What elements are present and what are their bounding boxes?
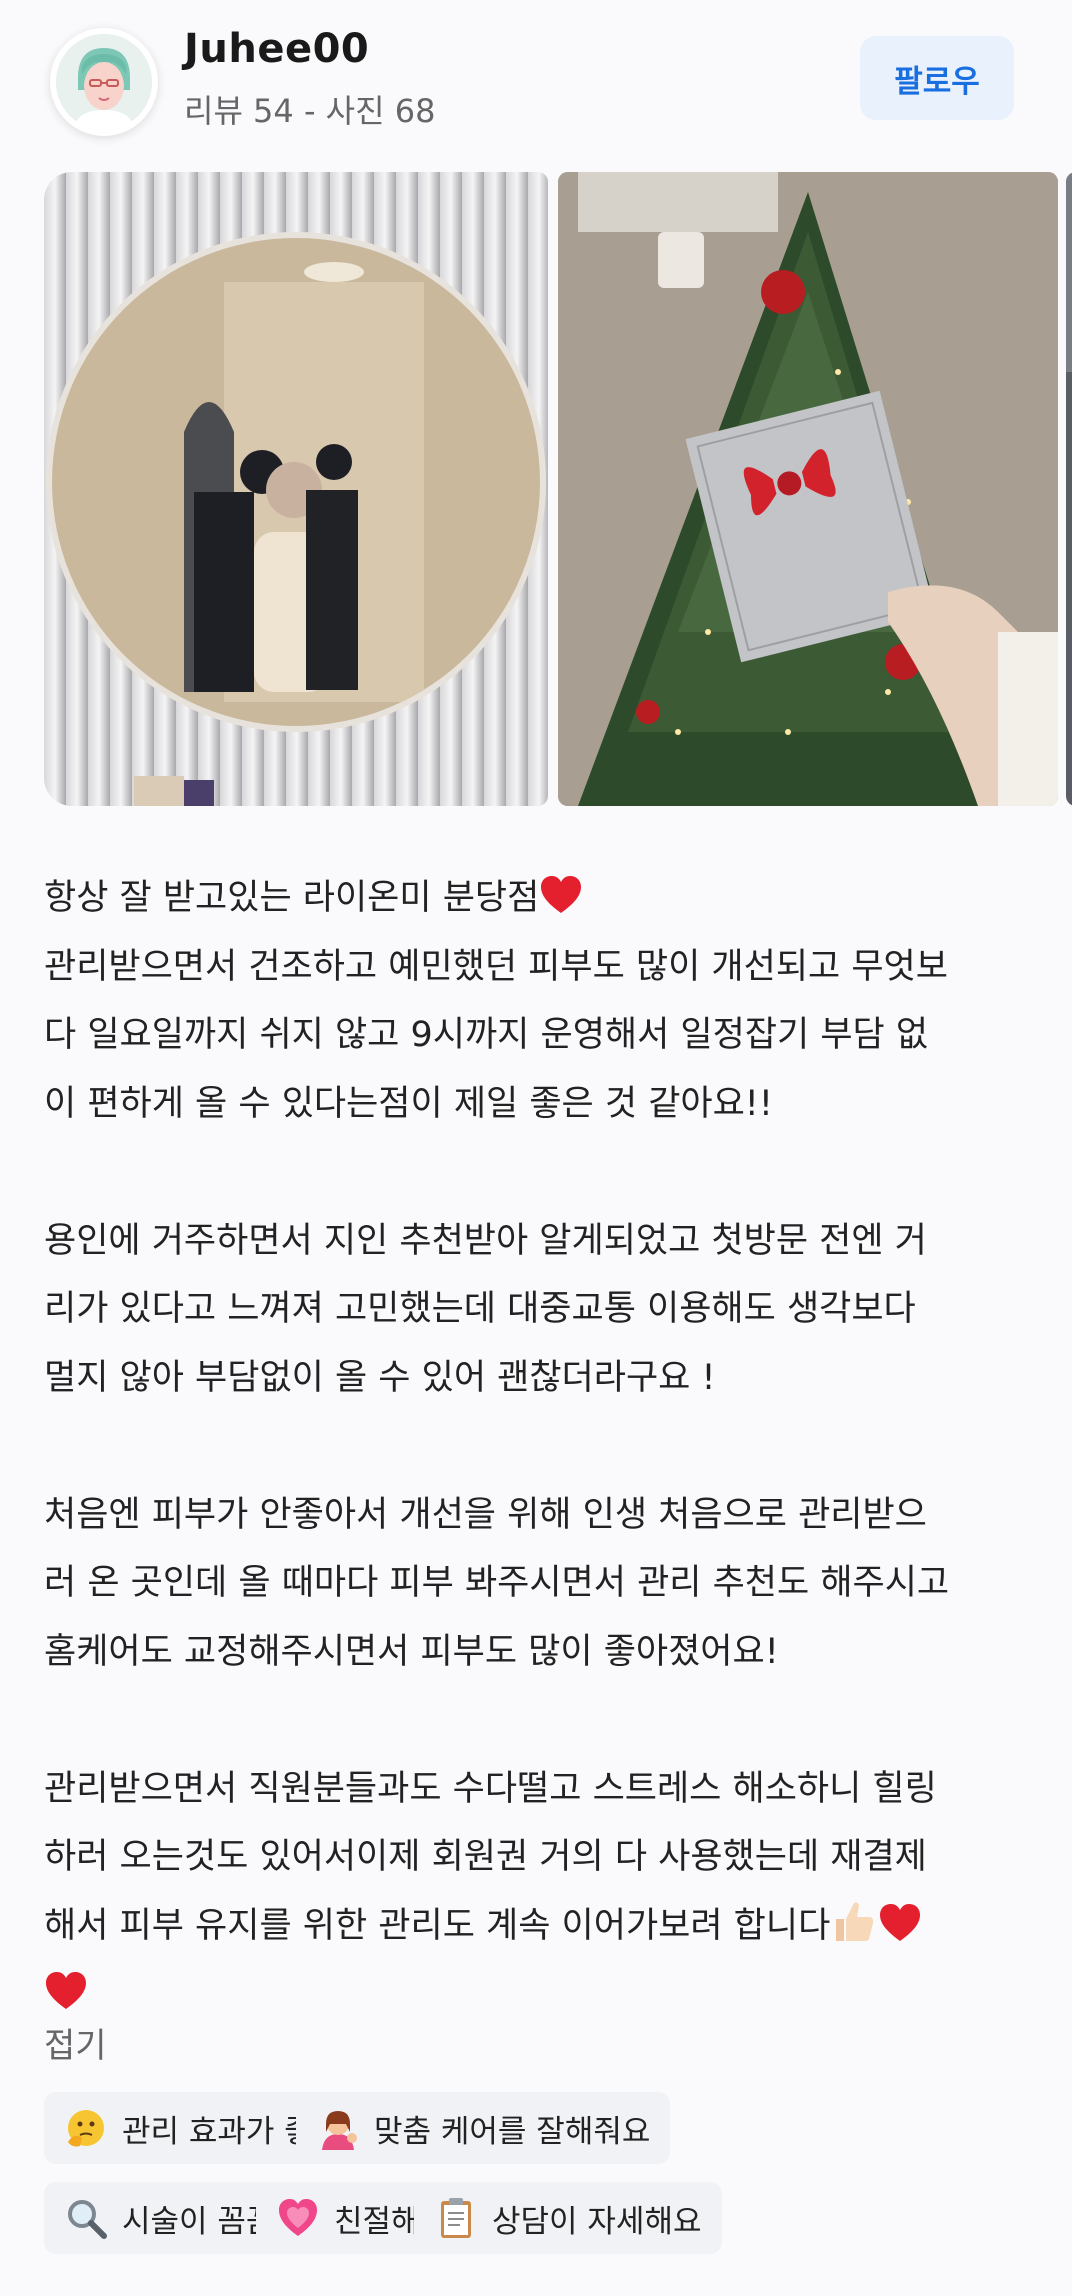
photo-carousel[interactable]: [44, 172, 1072, 806]
collapse-link[interactable]: 접기: [44, 2018, 107, 2067]
review-line: 관리받으면서 직원분들과도 수다떨고 스트레스 해소하니 힐링: [44, 1768, 937, 1809]
red-heart-icon: [46, 1972, 86, 2009]
review-header: Juhee00 리뷰 54 - 사진 68 팔로우: [44, 24, 1028, 144]
review-line: 관리받으면서 건조하고 예민했던 피부도 많이 개선되고 무엇보: [44, 946, 948, 987]
avatar[interactable]: [50, 28, 158, 136]
follow-button[interactable]: 팔로우: [860, 36, 1014, 120]
review-line: 리가 있다고 느껴져 고민했는데 대중교통 이용해도 생각보다: [44, 1289, 916, 1329]
growing-heart-icon: [279, 2199, 317, 2236]
tag-label: 상담이 자세해요: [492, 2203, 702, 2240]
review-line: 멀지 않아 부담없이 올 수 있어 괜찮더라구요 !: [44, 1357, 716, 1398]
red-heart-icon: [880, 1903, 921, 1941]
photo-third-partial[interactable]: [1066, 172, 1072, 806]
tag-label: 맞춤 케어를 잘해줘요: [374, 2113, 651, 2150]
thinking-face-icon: [68, 2110, 104, 2147]
photo-mirror[interactable]: [44, 172, 548, 806]
review-line: 다 일요일까지 쉬지 않고 9시까지 운영해서 일정잡기 부담 없: [44, 1015, 929, 1055]
review-line: 러 온 곳인데 올 때마다 피부 봐주시면서 관리 추천도 해주시고: [44, 1563, 950, 1603]
review-photo-stats: 리뷰 54 - 사진 68: [184, 92, 436, 130]
avatar-illustration: [56, 34, 152, 130]
clipboard-icon: [441, 2198, 471, 2238]
red-heart-icon: [541, 876, 582, 913]
review-line: 홈케어도 교정해주시면서 피부도 많이 좋아졌어요!: [44, 1631, 779, 1672]
photo-christmas-tree[interactable]: [558, 172, 1058, 806]
username[interactable]: Juhee00: [184, 26, 369, 72]
review-line: [44, 1960, 1034, 2029]
review-line: 해서 피부 유지를 위한 관리도 계속 이어가보려 합니다: [44, 1892, 1034, 1961]
review-line: 이 편하게 올 수 있다는점이 제일 좋은 것 같아요!!: [44, 1083, 773, 1124]
review-line: 처음엔 피부가 안좋아서 개선을 위해 인생 처음으로 관리받으: [44, 1494, 927, 1535]
thumbs-up-icon: [836, 1901, 874, 1941]
review-line: 하러 오는것도 있어서이제 회원권 거의 다 사용했는데 재결제: [44, 1837, 927, 1877]
tag-consultation[interactable]: 상담이 자세해요: [414, 2182, 722, 2254]
review-card: Juhee00 리뷰 54 - 사진 68 팔로우 항상 잘 받고있는 라이온미…: [0, 0, 1072, 2296]
review-line: 항상 잘 받고있는 라이온미 분당점: [44, 864, 1034, 933]
review-text: 항상 잘 받고있는 라이온미 분당점 관리받으면서 건조하고 예민했던 피부도 …: [44, 864, 1034, 2029]
review-line: 용인에 거주하면서 지인 추천받아 알게되었고 첫방문 전엔 거: [44, 1220, 927, 1261]
person-tipping-hand-icon: [322, 2111, 357, 2150]
tag-custom-care[interactable]: 맞춤 케어를 잘해줘요: [296, 2092, 671, 2164]
magnifier-icon: [68, 2200, 107, 2239]
